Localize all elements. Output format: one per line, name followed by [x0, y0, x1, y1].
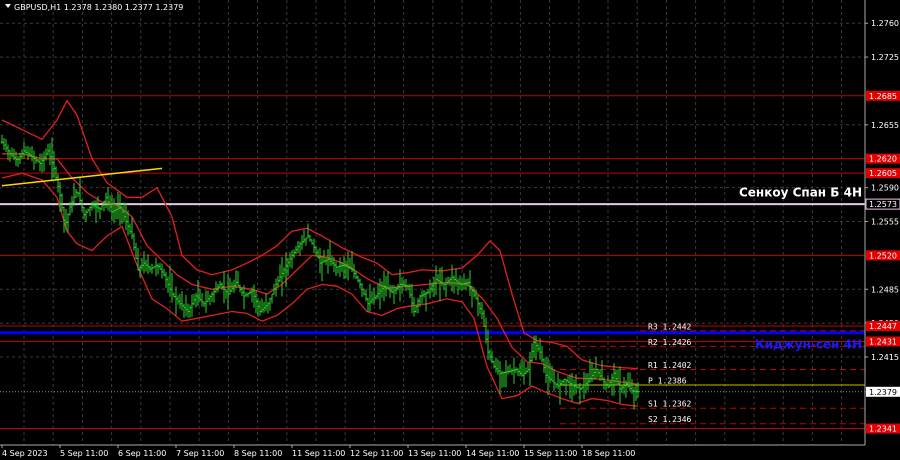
x-tick-label: 13 Sep 11:00	[408, 449, 461, 458]
x-tick-label: 14 Sep 11:00	[466, 449, 519, 458]
x-tick-label: 7 Sep 11:00	[176, 449, 224, 458]
pivot-label-p: P 1.2386	[648, 377, 687, 386]
y-tick-label: 1.2415	[871, 353, 899, 362]
y-tick-label: 1.2725	[871, 53, 899, 62]
level-price-label: 1.2605	[869, 169, 897, 178]
x-tick-label: 11 Sep 11:00	[292, 449, 345, 458]
chart-header: GBPUSD,H1 1.2378 1.2380 1.2377 1.2379	[5, 3, 183, 12]
kijun-sen-annotation: Киджун-сен 4Н	[755, 337, 862, 351]
y-tick-label: 1.2760	[871, 19, 899, 28]
chart-window[interactable]: R3 1.2442 R2 1.2426 R1 1.2402 P 1.2386 S1 1.…	[0, 0, 900, 460]
x-tick-label: 8 Sep 11:00	[234, 449, 282, 458]
level-price-label: 1.2520	[869, 251, 897, 260]
current-price-label: 1.2379	[869, 388, 897, 397]
chart-background	[0, 0, 900, 460]
x-tick-label: 4 Sep 2023	[2, 449, 48, 458]
x-tick-label: 18 Sep 11:00	[582, 449, 635, 458]
pivot-label-r3: R3 1.2442	[648, 322, 692, 331]
pivot-label-r1: R1 1.2402	[648, 361, 692, 370]
y-tick-label: 1.2555	[871, 218, 899, 227]
x-tick-label: 6 Sep 11:00	[118, 449, 166, 458]
senkou-span-b-annotation: Сенкоу Спан Б 4Н	[739, 186, 862, 200]
level-price-label: 1.2431	[869, 337, 897, 346]
x-tick-label: 15 Sep 11:00	[524, 449, 577, 458]
x-tick-label: 5 Sep 11:00	[60, 449, 108, 458]
pivot-label-r2: R2 1.2426	[648, 338, 692, 347]
price-chart[interactable]: R3 1.2442 R2 1.2426 R1 1.2402 P 1.2386 S1 1.…	[0, 0, 900, 460]
level-price-label: 1.2573	[869, 200, 897, 209]
pivot-label-s2: S2 1.2346	[648, 415, 692, 424]
x-tick-label: 12 Sep 11:00	[350, 449, 403, 458]
level-price-label: 1.2685	[869, 92, 897, 101]
y-tick-label: 1.2590	[871, 184, 899, 193]
pivot-label-s1: S1 1.2362	[648, 400, 692, 409]
symbol-ohlc-label: GBPUSD,H1 1.2378 1.2380 1.2377 1.2379	[14, 3, 183, 12]
level-price-label: 1.2341	[869, 425, 897, 434]
y-tick-label: 1.2485	[871, 285, 899, 294]
level-price-label: 1.2447	[869, 322, 897, 331]
level-price-label: 1.2620	[869, 155, 897, 164]
y-tick-label: 1.2655	[871, 121, 899, 130]
